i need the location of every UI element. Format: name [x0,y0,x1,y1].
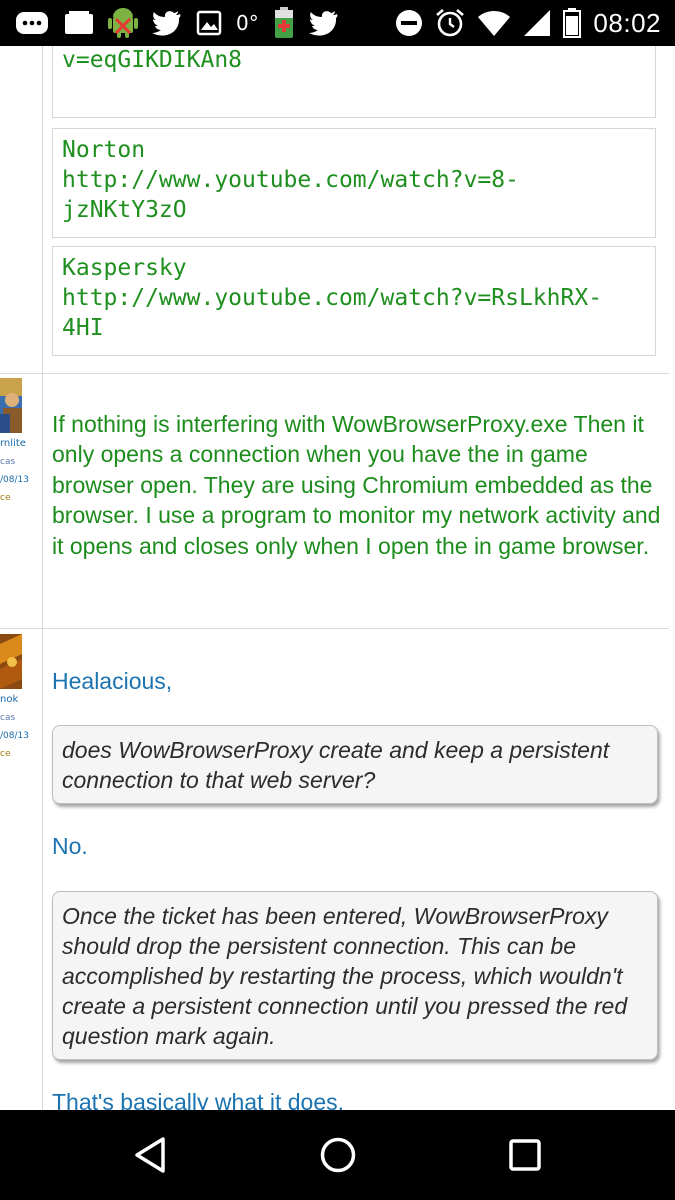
wifi-icon [477,9,511,37]
twitter-icon [308,10,339,36]
user-join-date: /08/13 [0,731,29,741]
quote-block: Once the ticket has been entered, WowBro… [52,891,658,1060]
image-icon [196,10,222,36]
user-join-date: /08/13 [0,475,29,485]
user-info: rnlite cas /08/13 ce [0,435,29,507]
home-icon[interactable] [316,1134,360,1176]
avatar[interactable] [0,378,22,433]
user-title: ce [0,493,11,503]
post-body: If nothing is interfering with WowBrowse… [52,411,661,559]
forum-thread[interactable]: http://www.youtube.com/watch? v=eqGIKDIK… [0,46,675,1110]
android-icon [108,7,138,39]
user-rank: cas [0,457,16,467]
alarm-icon [435,8,465,38]
back-icon[interactable] [128,1134,172,1176]
post-greeting: Healacious, [52,668,173,694]
avatar[interactable] [0,634,22,689]
battery-icon [563,8,582,38]
post-column-divider [42,46,43,1110]
gallery-icon [64,10,94,36]
status-bar: 0° 08:02 [0,0,675,46]
post-reply: No. [52,833,88,859]
twitter-icon [152,10,182,36]
recents-icon[interactable] [503,1134,547,1176]
do-not-disturb-icon [395,9,423,37]
message-icon [14,9,50,37]
post-divider [0,628,669,629]
user-info: nok cas /08/13 ce [0,691,29,763]
clock: 08:02 [593,7,661,38]
username-link[interactable]: rnlite [0,435,29,453]
code-block: http://www.youtube.com/watch? v=eqGIKDIK… [52,46,656,118]
temperature-icon: 0° [236,11,259,35]
code-block: Kaspersky http://www.youtube.com/watch?v… [52,246,656,356]
user-title: ce [0,749,11,759]
navigation-bar [0,1110,675,1200]
notification-icons: 0° [14,4,339,42]
user-rank: cas [0,713,16,723]
battery-app-icon [273,7,295,39]
username-link[interactable]: nok [0,691,29,709]
post-reply: That's basically what it does. [52,1089,345,1110]
signal-icon [523,9,551,37]
quote-block: does WowBrowserProxy create and keep a p… [52,725,658,804]
system-icons: 08:02 [395,4,661,42]
post-divider [0,373,669,374]
code-block: Norton http://www.youtube.com/watch?v=8-… [52,128,656,238]
